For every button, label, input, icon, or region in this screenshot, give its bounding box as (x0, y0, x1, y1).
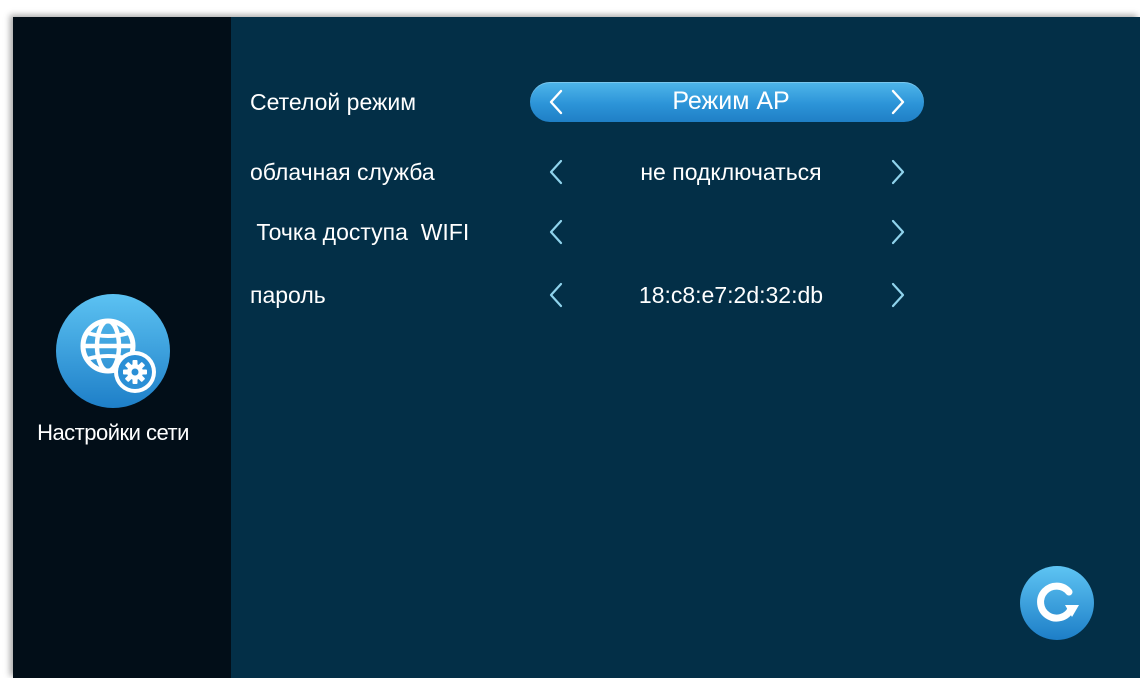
setting-value: Режим AP (672, 87, 790, 115)
globe-gear-icon[interactable] (55, 293, 171, 409)
refresh-icon[interactable] (1019, 565, 1095, 641)
setting-row-cloud-service[interactable]: облачная служба не подключаться (231, 150, 931, 194)
chevron-right-icon[interactable] (882, 87, 912, 117)
setting-row-password[interactable]: пароль 18:c8:e7:2d:32:db (231, 273, 931, 317)
chevron-right-icon[interactable] (882, 157, 912, 187)
setting-label: пароль (250, 282, 326, 308)
sidebar: Настройки сети (13, 17, 231, 678)
sidebar-label: Настройки сети (37, 420, 189, 445)
screen: Настройки сети Сетелой режим Режим AP об… (13, 17, 1140, 678)
setting-value: 18:c8:e7:2d:32:db (638, 282, 824, 308)
setting-row-network-mode[interactable]: Сетелой режим Режим AP (231, 80, 931, 124)
device-frame: Настройки сети Сетелой режим Режим AP об… (0, 0, 1140, 678)
setting-label: облачная служба (250, 159, 435, 185)
setting-label: Сетелой режим (250, 89, 417, 115)
chevron-right-icon[interactable] (882, 280, 912, 310)
setting-row-wifi-access-point[interactable]: Точка доступа WIFI (231, 210, 931, 254)
setting-label: Точка доступа WIFI (250, 219, 470, 245)
chevron-right-icon[interactable] (882, 217, 912, 247)
chevron-left-icon[interactable] (542, 217, 572, 247)
setting-value: не подключаться (640, 159, 822, 185)
